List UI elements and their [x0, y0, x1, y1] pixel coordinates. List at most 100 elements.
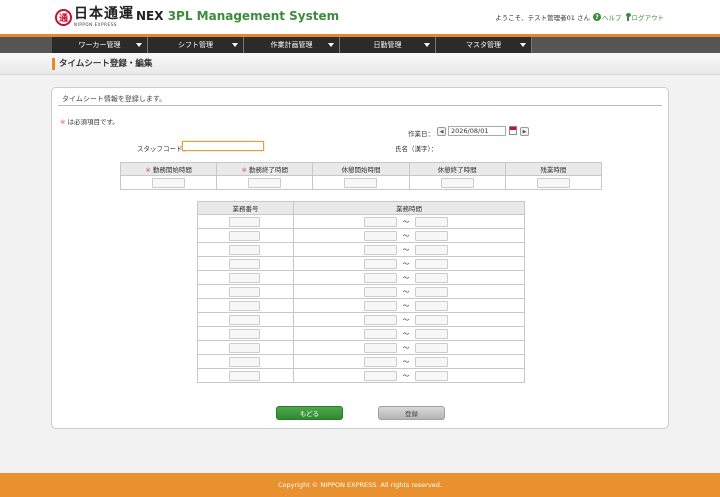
range-separator: 〜 — [402, 245, 410, 254]
break-end-input[interactable] — [440, 177, 474, 188]
table-row: 〜 — [197, 284, 525, 299]
staff-code-input[interactable] — [182, 141, 264, 151]
task-end-input[interactable] — [415, 342, 448, 353]
welcome-text: ようこそ、テスト管理者01 さん — [495, 14, 590, 22]
task-end-input[interactable] — [415, 286, 448, 297]
task-number-input[interactable] — [229, 328, 260, 339]
task-start-input[interactable] — [364, 328, 397, 339]
table-row: 〜 — [197, 340, 525, 355]
nav-item-work-plan[interactable]: 作業計画管理 — [244, 37, 340, 53]
company-logo[interactable]: 通 日本通運 NIPPON EXPRESS — [55, 7, 134, 27]
task-end-input[interactable] — [415, 356, 448, 367]
back-button[interactable]: もどる — [276, 406, 343, 420]
range-separator: 〜 — [402, 371, 410, 380]
task-number-input[interactable] — [229, 314, 260, 325]
task-number-input[interactable] — [229, 272, 260, 283]
task-start-input[interactable] — [364, 314, 397, 325]
work-end-input[interactable] — [248, 177, 282, 188]
task-number-input[interactable] — [229, 342, 260, 353]
table-row: 〜 — [197, 298, 525, 313]
header-overtime: 残業時間 — [504, 162, 603, 176]
task-end-input[interactable] — [415, 244, 448, 255]
chevron-down-icon — [232, 43, 238, 47]
name-label: 氏名（漢字）： — [395, 145, 438, 153]
table-row: 〜 — [197, 326, 525, 341]
task-end-input[interactable] — [415, 328, 448, 339]
range-separator: 〜 — [402, 329, 410, 338]
nav-item-worker[interactable]: ワーカー管理 — [52, 37, 148, 53]
task-end-input[interactable] — [415, 314, 448, 325]
task-start-input[interactable] — [364, 356, 397, 367]
app-header: 通 日本通運 NIPPON EXPRESS NEX 3PL Management… — [0, 0, 720, 34]
key-icon[interactable] — [625, 13, 631, 21]
next-date-button[interactable]: ▶ — [520, 127, 529, 136]
range-separator: 〜 — [402, 231, 410, 240]
help-link[interactable]: ヘルプ — [602, 12, 622, 22]
task-number-input[interactable] — [229, 356, 260, 367]
work-date-input[interactable]: 2026/08/01 — [448, 126, 506, 136]
user-menu: ようこそ、テスト管理者01 さん ? ヘルプ ログアウト — [495, 12, 664, 22]
nav-item-shift[interactable]: シフト管理 — [148, 37, 244, 53]
chevron-down-icon — [328, 43, 334, 47]
task-number-input[interactable] — [229, 216, 260, 227]
range-separator: 〜 — [402, 315, 410, 324]
required-note: ※ は必須項目です。 — [60, 118, 119, 126]
calendar-icon[interactable] — [509, 126, 517, 135]
range-separator: 〜 — [402, 273, 410, 282]
overtime-input[interactable] — [536, 177, 570, 188]
table-row: 〜 — [197, 368, 525, 383]
logout-link[interactable]: ログアウト — [632, 12, 665, 22]
task-end-input[interactable] — [415, 370, 448, 381]
task-start-input[interactable] — [364, 258, 397, 269]
nav-item-master[interactable]: マスタ管理 — [436, 37, 532, 53]
header-task-number: 業務番号 — [197, 201, 294, 215]
system-title: NEX 3PL Management System — [136, 9, 339, 23]
nav-item-day-shift[interactable]: 日勤管理 — [340, 37, 436, 53]
task-start-input[interactable] — [364, 244, 397, 255]
main-nav: ワーカー管理 シフト管理 作業計画管理 日勤管理 マスタ管理 — [52, 37, 532, 53]
task-end-input[interactable] — [415, 230, 448, 241]
header-task-time: 業務時間 — [293, 201, 525, 215]
table-row: 〜 — [197, 242, 525, 257]
task-start-input[interactable] — [364, 286, 397, 297]
task-start-input[interactable] — [364, 272, 397, 283]
help-icon[interactable]: ? — [593, 13, 601, 21]
task-number-input[interactable] — [229, 300, 260, 311]
header-work-start: ※ 勤務開始時間 — [119, 162, 218, 176]
logo-en-text: NIPPON EXPRESS — [74, 22, 117, 27]
header-break-start: 休憩開始時間 — [312, 162, 410, 176]
logo-jp-text: 日本通運 — [74, 6, 134, 22]
task-time-table: 業務番号 業務時間 〜〜〜〜〜〜〜〜〜〜〜〜 — [197, 201, 525, 383]
task-number-input[interactable] — [229, 244, 260, 255]
task-start-input[interactable] — [364, 216, 397, 227]
table-row: 〜 — [197, 214, 525, 229]
range-separator: 〜 — [402, 357, 410, 366]
task-number-input[interactable] — [229, 286, 260, 297]
task-number-input[interactable] — [229, 258, 260, 269]
prev-date-button[interactable]: ◀ — [437, 127, 446, 136]
time-table: ※ 勤務開始時間 ※ 勤務終了時間 休憩開始時間 休憩終了時間 残業時間 — [119, 162, 603, 190]
page-title: タイムシート登録・編集 — [52, 58, 152, 70]
task-start-input[interactable] — [364, 342, 397, 353]
work-start-input[interactable] — [152, 177, 185, 188]
chevron-down-icon — [136, 43, 142, 47]
task-start-input[interactable] — [364, 370, 397, 381]
task-end-input[interactable] — [415, 216, 448, 227]
table-row: 〜 — [197, 256, 525, 271]
range-separator: 〜 — [402, 287, 410, 296]
task-end-input[interactable] — [415, 258, 448, 269]
timesheet-form-panel: タイムシート情報を登録します。 ※ は必須項目です。 作業日： ◀ 2026/08… — [51, 87, 669, 429]
task-start-input[interactable] — [364, 230, 397, 241]
range-separator: 〜 — [402, 343, 410, 352]
break-start-input[interactable] — [344, 177, 378, 188]
task-end-input[interactable] — [415, 272, 448, 283]
system-prefix: NEX — [136, 9, 164, 23]
task-number-input[interactable] — [229, 370, 260, 381]
task-number-input[interactable] — [229, 230, 260, 241]
save-button[interactable]: 登録 — [378, 406, 445, 420]
required-mark: ※ — [60, 118, 66, 126]
footer: Copyright © NIPPON EXPRESS. All rights r… — [0, 473, 720, 497]
task-end-input[interactable] — [415, 300, 448, 311]
range-separator: 〜 — [402, 217, 410, 226]
task-start-input[interactable] — [364, 300, 397, 311]
